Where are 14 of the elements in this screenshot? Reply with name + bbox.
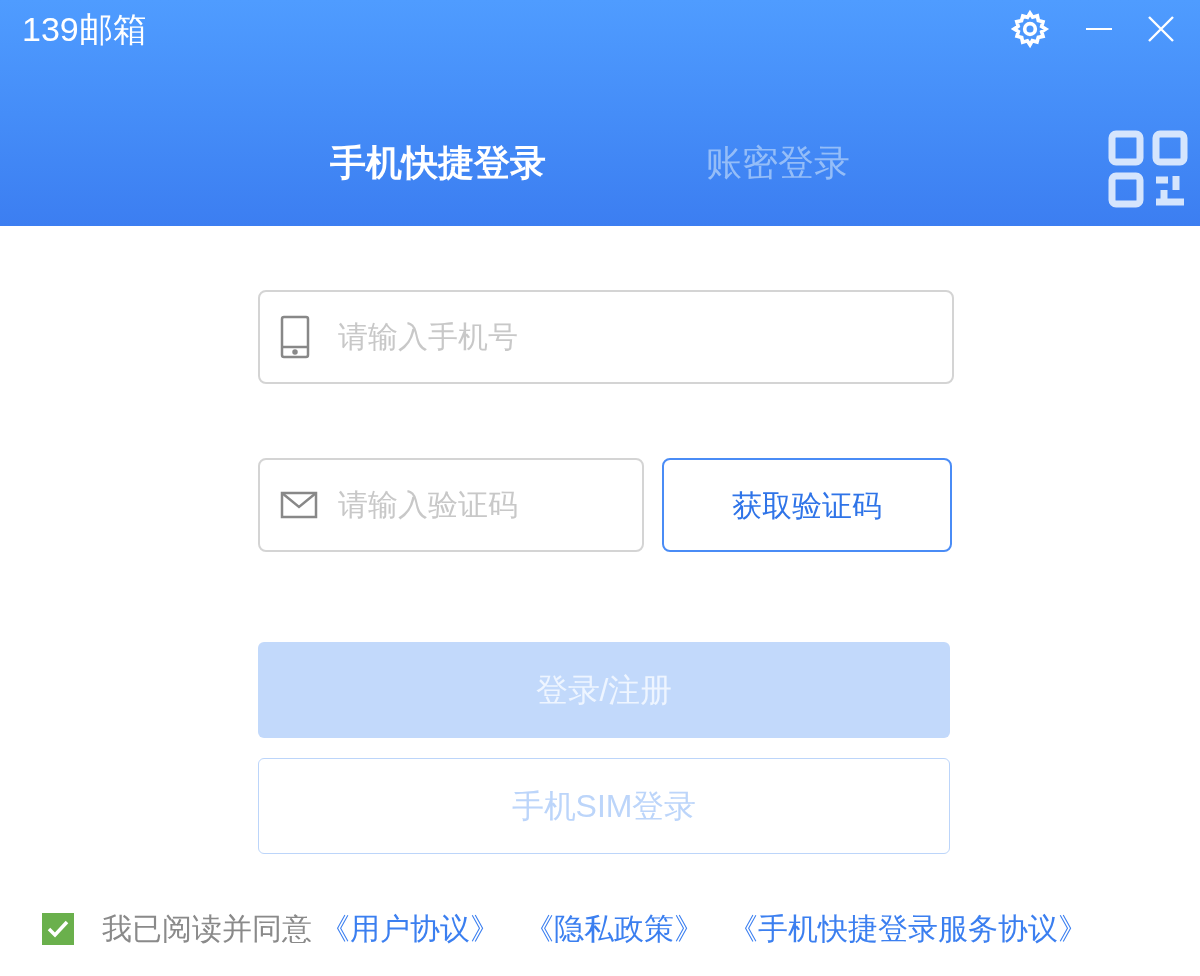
get-code-button[interactable]: 获取验证码	[662, 458, 952, 552]
login-tab[interactable]: 手机快捷登录	[330, 136, 546, 190]
window-title: 139邮箱	[22, 8, 147, 50]
qr-code-icon[interactable]	[1108, 130, 1188, 208]
settings-icon[interactable]	[1010, 9, 1050, 49]
phone-icon	[280, 315, 310, 359]
envelope-icon	[280, 491, 318, 519]
agree-checkbox[interactable]	[42, 912, 74, 945]
close-icon[interactable]	[1148, 16, 1174, 42]
minimize-icon[interactable]	[1086, 27, 1112, 31]
agreement-link[interactable]: 《隐私政策》	[524, 906, 704, 951]
agreement-link[interactable]: 《用户协议》	[320, 906, 500, 951]
agreement-text: 我已阅读并同意	[102, 911, 312, 947]
agreement-link[interactable]: 《手机快捷登录服务协议》	[728, 906, 1088, 951]
